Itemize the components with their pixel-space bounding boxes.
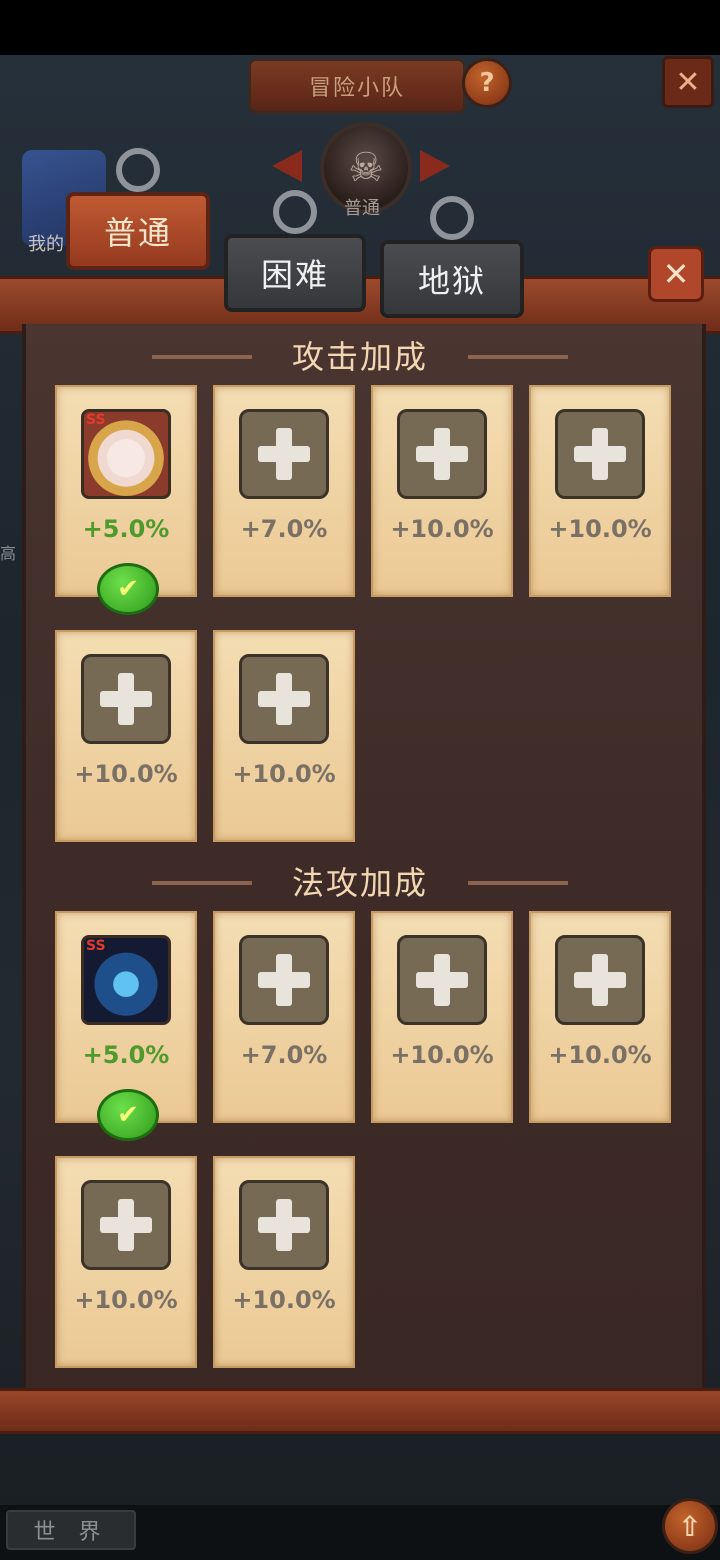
side-partial-text: 高 (0, 544, 17, 563)
bonus-card[interactable]: +10.0% (529, 911, 671, 1123)
bonus-value: +10.0% (232, 760, 336, 788)
bonus-value: +10.0% (390, 1041, 494, 1069)
add-slot-icon[interactable] (81, 654, 171, 744)
bonus-value: +10.0% (74, 1286, 178, 1314)
status-bar (0, 0, 720, 55)
add-slot-icon[interactable] (239, 935, 329, 1025)
tab-label: 普通 (103, 214, 172, 252)
bonus-card[interactable]: SS +5.0% ✔ (55, 385, 197, 615)
add-slot-icon[interactable] (239, 409, 329, 499)
bonus-value: +7.0% (240, 515, 328, 543)
bonus-value: +5.0% (82, 1041, 170, 1069)
bonus-card[interactable]: +10.0% (55, 630, 197, 842)
rank-badge: SS (86, 412, 106, 428)
bonus-card[interactable]: +7.0% (213, 385, 355, 597)
bonus-card[interactable]: +7.0% (213, 911, 355, 1123)
bonus-value: +7.0% (240, 1041, 328, 1069)
tab-normal[interactable]: 普通 (66, 148, 210, 270)
rank-badge: SS (86, 938, 106, 954)
tab-label: 地狱 (417, 262, 486, 300)
help-button[interactable]: ? (462, 58, 512, 108)
close-panel-button[interactable]: ✕ (648, 246, 704, 302)
hero-portrait: SS (81, 935, 171, 1025)
tab-hell[interactable]: 地狱 (380, 196, 524, 318)
check-icon: ✔ (97, 563, 159, 615)
hero-portrait: SS (81, 409, 171, 499)
tab-hanger-icon (273, 190, 317, 234)
bonus-value: +10.0% (390, 515, 494, 543)
bonus-card[interactable]: +10.0% (371, 385, 513, 597)
board-bottom-plank (0, 1388, 720, 1434)
page-title: 冒险小队 (248, 58, 466, 114)
bonus-card[interactable]: +10.0% (213, 630, 355, 842)
chat-expand-icon[interactable]: ⇧ (662, 1498, 718, 1554)
section-title-attack: 攻击加成 (152, 332, 568, 378)
section-title-magic: 法攻加成 (152, 858, 568, 904)
difficulty-label: 普通 (344, 198, 380, 219)
add-slot-icon[interactable] (397, 935, 487, 1025)
add-slot-icon[interactable] (239, 654, 329, 744)
bonus-card[interactable]: +10.0% (55, 1156, 197, 1368)
add-slot-icon[interactable] (81, 1180, 171, 1270)
add-slot-icon[interactable] (397, 409, 487, 499)
bonus-card[interactable]: +10.0% (213, 1156, 355, 1368)
chevron-left-icon[interactable] (272, 150, 302, 182)
add-slot-icon[interactable] (555, 935, 645, 1025)
bonus-card[interactable]: +10.0% (371, 911, 513, 1123)
add-slot-icon[interactable] (239, 1180, 329, 1270)
tab-label: 困难 (260, 256, 329, 294)
add-slot-icon[interactable] (555, 409, 645, 499)
bonus-value: +10.0% (548, 515, 652, 543)
tab-hard[interactable]: 困难 (224, 190, 366, 312)
close-window-button[interactable]: ✕ (662, 56, 714, 108)
chevron-right-icon[interactable] (420, 150, 450, 182)
check-icon: ✔ (97, 1089, 159, 1141)
bonus-card[interactable]: SS +5.0% ✔ (55, 911, 197, 1141)
tab-hanger-icon (430, 196, 474, 240)
side-my-label: 我的 (28, 234, 64, 255)
bonus-value: +10.0% (548, 1041, 652, 1069)
tab-hanger-icon (116, 148, 160, 192)
chat-channel-tab[interactable]: 世 界 (6, 1510, 136, 1550)
bonus-value: +10.0% (232, 1286, 336, 1314)
bonus-value: +5.0% (82, 515, 170, 543)
bonus-value: +10.0% (74, 760, 178, 788)
bonus-card[interactable]: +10.0% (529, 385, 671, 597)
